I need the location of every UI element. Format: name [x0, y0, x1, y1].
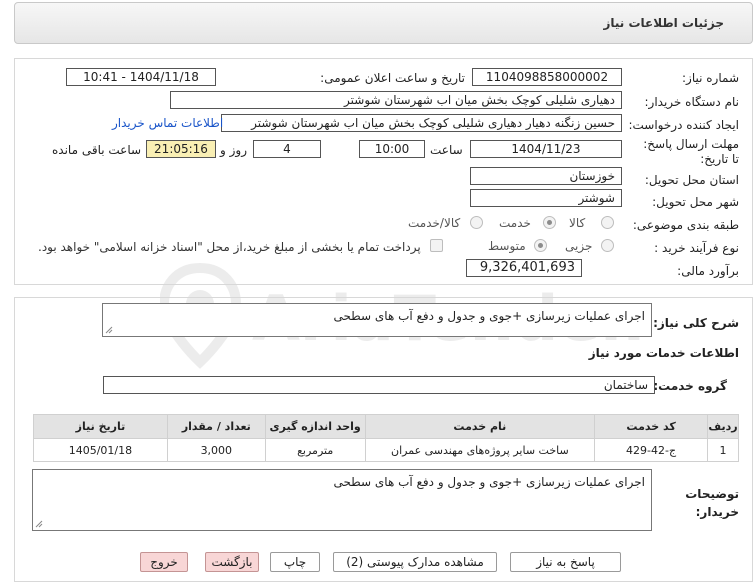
table-header-row: ردیف کد خدمت نام خدمت واحد اندازه گیری ت…: [33, 414, 739, 439]
announce-label: تاریخ و ساعت اعلان عمومی:: [320, 71, 465, 85]
city-field: شوشتر: [470, 189, 622, 207]
process-option-minor: جزیی: [565, 239, 593, 253]
resize-grip-icon: [35, 520, 43, 528]
table-row: 1 ج-42-429 ساخت سایر پروژه‌های مهندسی عم…: [33, 438, 739, 462]
buyer-contact-link[interactable]: اطلاعات تماس خریدار: [112, 116, 223, 130]
need-desc-label: شرح کلی نیاز:: [653, 316, 739, 330]
announce-field: 1404/11/18 - 10:41: [66, 68, 216, 86]
category-radio-service[interactable]: [543, 216, 556, 229]
process-option-medium: متوسط: [488, 239, 526, 253]
treasury-payment-checkbox[interactable]: [430, 239, 443, 252]
col-row: ردیف: [707, 414, 739, 439]
print-button[interactable]: چاپ: [270, 552, 320, 572]
need-desc-text: اجرای عملیات زیرسازی +جوی و جدول و دفع آ…: [333, 309, 645, 323]
buyer-notes-text: اجرای عملیات زیرسازی +جوی و جدول و دفع آ…: [333, 475, 645, 489]
col-need-date: تاریخ نیاز: [33, 414, 168, 439]
deadline-date-field: 1404/11/23: [470, 140, 622, 158]
col-unit: واحد اندازه گیری: [264, 414, 366, 439]
city-label: شهر محل تحویل:: [652, 195, 739, 209]
reply-button[interactable]: پاسخ به نیاز: [510, 552, 621, 572]
process-radio-minor[interactable]: [601, 239, 614, 252]
category-radio-both[interactable]: [470, 216, 483, 229]
need-desc-textarea: اجرای عملیات زیرسازی +جوی و جدول و دفع آ…: [102, 303, 652, 337]
creator-label: ایجاد کننده درخواست:: [628, 118, 739, 132]
view-attachments-button[interactable]: مشاهده مدارک پیوستی (2): [333, 552, 497, 572]
category-option-goods: کالا: [569, 216, 586, 230]
buyer-notes-textarea: اجرای عملیات زیرسازی +جوی و جدول و دفع آ…: [32, 469, 652, 531]
remaining-label: ساعت باقی مانده: [52, 143, 142, 157]
deadline-time-field: 10:00: [359, 140, 425, 158]
resize-grip-icon: [105, 326, 113, 334]
category-radio-goods[interactable]: [601, 216, 614, 229]
services-table: ردیف کد خدمت نام خدمت واحد اندازه گیری ت…: [33, 414, 739, 462]
cell-row: 1: [707, 438, 739, 462]
deadline-time-label: ساعت: [430, 143, 463, 157]
page-title: جزئیات اطلاعات نیاز: [603, 16, 724, 30]
buyer-field: دهیاری شلیلی کوچک بخش میان اب شهرستان شو…: [170, 91, 622, 109]
category-label: طبقه بندی موضوعی:: [632, 218, 739, 232]
category-option-both: کالا/خدمت: [408, 216, 461, 230]
col-service-name: نام خدمت: [364, 414, 596, 439]
col-service-code: کد خدمت: [594, 414, 709, 439]
province-field: خوزستان: [470, 167, 622, 185]
service-group-label: گروه خدمت:: [653, 379, 727, 393]
treasury-payment-note: پرداخت تمام یا بخشی از مبلغ خرید،از محل …: [38, 240, 421, 254]
estimate-label: برآورد مالی:: [677, 264, 739, 278]
service-group-field: ساختمان: [103, 376, 655, 394]
category-option-service: خدمت: [499, 216, 531, 230]
cell-quantity: 3,000: [166, 438, 266, 462]
exit-button[interactable]: خروج: [140, 552, 188, 572]
buyer-label: نام دستگاه خریدار:: [644, 95, 740, 109]
deadline-label: مهلت ارسال پاسخ: تا تاریخ:: [643, 137, 739, 166]
province-label: استان محل تحویل:: [644, 173, 739, 187]
need-number-label: شماره نیاز:: [682, 71, 739, 85]
days-field: 4: [253, 140, 321, 158]
process-label: نوع فرآیند خرید :: [654, 241, 739, 255]
process-radio-medium[interactable]: [534, 239, 547, 252]
page-header: جزئیات اطلاعات نیاز: [14, 2, 753, 44]
col-quantity: تعداد / مقدار: [166, 414, 266, 439]
need-number-field: 1104098858000002: [472, 68, 622, 86]
cell-service-code: ج-42-429: [594, 438, 709, 462]
days-label: روز و: [220, 143, 247, 157]
remaining-time-field: 21:05:16: [146, 140, 216, 158]
cell-service-name: ساخت سایر پروژه‌های مهندسی عمران: [364, 438, 596, 462]
estimate-field: 9,326,401,693: [466, 259, 582, 277]
creator-field: حسین زنگنه دهیار دهیاری شلیلی کوچک بخش م…: [221, 114, 622, 132]
cell-need-date: 1405/01/18: [33, 438, 168, 462]
services-title: اطلاعات خدمات مورد نیاز: [588, 346, 739, 360]
cell-unit: مترمربع: [264, 438, 366, 462]
back-button[interactable]: بازگشت: [205, 552, 259, 572]
buyer-notes-label: توضیحات خریدار:: [685, 487, 739, 519]
